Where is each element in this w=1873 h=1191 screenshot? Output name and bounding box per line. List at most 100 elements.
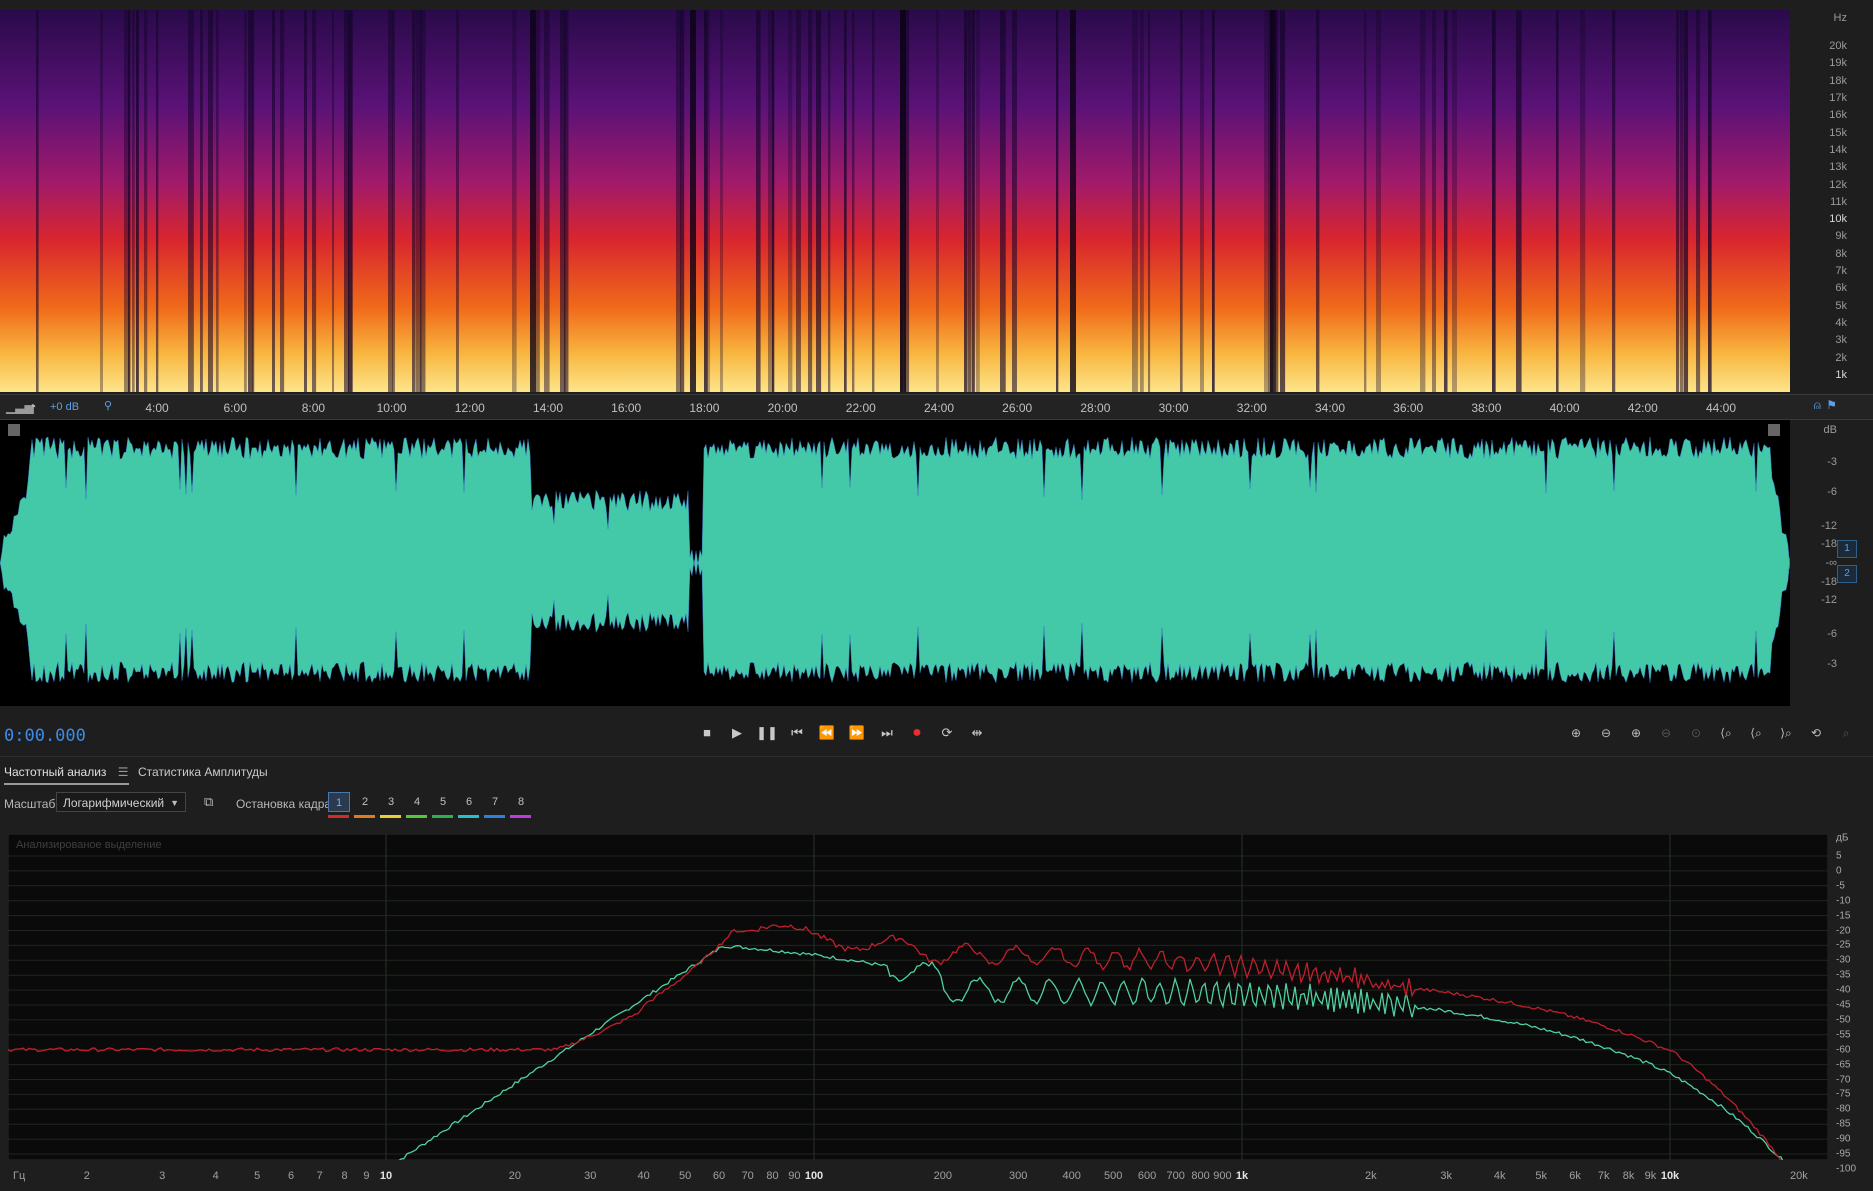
freq-tick-label: 8 [341,1170,348,1182]
scale-select-value: Логарифмический [63,796,165,810]
zoom-out-amplitude-icon[interactable]: ⊖ [1594,722,1618,744]
freeze-frame-button-7[interactable]: 7 [484,792,506,812]
freeze-frame-button-8[interactable]: 8 [510,792,532,812]
go-to-end-button[interactable]: ⏭ [876,722,898,744]
freq-tick-label: 5k [1535,1170,1547,1182]
freq-tick-label: 2k [1365,1170,1377,1182]
hz-label: 9k [1835,230,1847,243]
zoom-in-amplitude-icon[interactable]: ⊕ [1564,722,1588,744]
freeze-frame-color-2 [354,815,375,818]
stop-button[interactable]: ■ [696,722,718,744]
freq-tick-label: 100 [804,1170,824,1182]
freeze-frame-color-4 [406,815,427,818]
channel-1-toggle[interactable]: 1 [1837,540,1857,558]
freq-db-label: -65 [1836,1059,1851,1071]
headphones-icon[interactable]: ⍝ [1814,398,1821,413]
freeze-frame-button-4[interactable]: 4 [406,792,428,812]
pause-button[interactable]: ❚❚ [756,722,778,744]
freeze-frame-button-6[interactable]: 6 [458,792,480,812]
hz-label: 2k [1835,351,1847,364]
freq-tick-label: 3 [159,1170,166,1182]
freq-tick-label: 20 [508,1170,521,1182]
marker-icon[interactable]: ⚑ [1826,398,1837,412]
fast-forward-button[interactable]: ⏩ [846,722,868,744]
spectral-frequency-display[interactable] [0,10,1790,392]
gain-readout[interactable]: +0 dB [50,401,79,413]
expand-toggle-icon [1768,424,1780,436]
freeze-frame-color-8 [510,815,531,818]
time-tick-label: 32:00 [1236,401,1267,415]
freq-tick-label: 5 [254,1170,261,1182]
time-tick-label: 16:00 [611,401,642,415]
hz-label: 18k [1829,74,1847,87]
go-to-start-button[interactable]: ⏮ [786,722,808,744]
rewind-button[interactable]: ⏪ [816,722,838,744]
hz-label: 6k [1835,282,1847,295]
wave-db-label: -6 [1827,628,1837,640]
zoom-in-time-icon[interactable]: ⊕ [1624,722,1648,744]
freq-tick-label: 8k [1622,1170,1635,1182]
skip-button[interactable]: ⇹ [966,722,988,744]
freq-tick-label: 6k [1569,1170,1581,1182]
wave-db-label: -12 [1821,520,1837,532]
freeze-frame-button-3[interactable]: 3 [380,792,402,812]
freeze-frame-button-2[interactable]: 2 [354,792,376,812]
freq-tick-label: 30 [584,1170,597,1182]
chevron-down-icon: ▼ [170,798,179,808]
freq-db-unit: дБ [1836,832,1849,844]
freq-tick-label: 3k [1440,1170,1453,1182]
freq-tick-label: 9 [363,1170,370,1182]
waveform-display[interactable] [0,420,1790,706]
volume-knob-icon[interactable]: ◔ [28,398,36,414]
hz-unit-label: Hz [1833,12,1847,24]
freq-db-label: 5 [1836,850,1842,862]
hz-label: 13k [1829,161,1847,174]
zoom-selection-icon[interactable]: ⊙ [1684,722,1708,744]
freeze-frame-button-5[interactable]: 5 [432,792,454,812]
hz-label: 4k [1835,317,1847,330]
play-button[interactable]: ▶ [726,722,748,744]
freeze-frame-label: Остановка кадра: [236,797,335,811]
time-tick-label: 28:00 [1080,401,1111,415]
zoom-out-time-icon[interactable]: ⊖ [1654,722,1678,744]
wave-db-label: -3 [1827,456,1837,468]
zoom-full-icon[interactable]: ⟨⌕ [1714,722,1738,744]
time-tick-label: 34:00 [1314,401,1346,415]
loop-button[interactable]: ⟳ [936,722,958,744]
frequency-axis: Гц 2 3 4 5 6 7 8 9 10 20 30 40 50 60 70 80 90 100 200 300 40… [0,1160,1873,1190]
hz-label: 14k [1829,143,1847,156]
collapse-toggle-icon [8,424,20,436]
record-button[interactable]: ● [906,722,928,744]
scale-label: Масштаб: [4,797,59,811]
time-tick-label: 42:00 [1627,401,1658,415]
frequency-db-scale: дБ 5 0 -5 -10 -15 -20 -25 -30 -35 -40 -45 -50 -55 -60… [1830,832,1873,1175]
channel-2-toggle[interactable]: 2 [1837,565,1857,583]
frequency-analysis-graph[interactable] [8,834,1828,1160]
copy-frame-icon[interactable]: ⧉ [204,794,218,809]
freq-tick-label: 7k [1597,1170,1610,1182]
tab-amplitude-statistics[interactable]: Статистика Амплитуды [138,765,268,779]
freeze-frame-button-1[interactable]: 1 [328,792,350,812]
transport-bar: ■ ▶ ❚❚ ⏮ ⏪ ⏩ ⏭ ● ⟳ ⇹ ⊕ ⊖ ⊕ ⊖ ⊙ ⟨⌕ ⟨⌕ ⟩⌕ … [0,712,1873,756]
zoom-reset-icon[interactable]: ⟲ [1804,722,1828,744]
time-tick-label: 24:00 [923,401,955,415]
wave-db-label: -18 [1821,576,1837,588]
time-tick-label: 30:00 [1158,401,1189,415]
freq-tick-label: 10 [379,1170,393,1182]
freq-db-label: -80 [1836,1103,1851,1115]
hz-label: 3k [1835,334,1847,347]
tab-frequency-analysis[interactable]: Частотный анализ ☰ [4,765,129,785]
wave-db-label: -∞ [1825,557,1837,569]
menu-icon[interactable]: ☰ [118,765,129,779]
freq-db-label: -30 [1836,954,1851,966]
freq-tick-label: 40 [637,1170,650,1182]
pin-icon[interactable]: ⚲ [104,399,112,412]
wave-db-label: -3 [1827,658,1837,670]
scale-select[interactable]: Логарифмический ▼ [56,792,186,812]
current-time-display[interactable]: 0:00.000 [4,726,86,746]
zoom-left-icon[interactable]: ⟨⌕ [1744,722,1768,744]
zoom-extra-icon[interactable]: ⌕ [1834,722,1858,744]
zoom-right-icon[interactable]: ⟩⌕ [1774,722,1798,744]
time-ruler[interactable]: ▁▃▅ ◔ +0 dB ⚲ 4:00 6:00 8:00 10:00 12:00 14:0… [0,394,1873,420]
freq-db-label: -20 [1836,925,1851,936]
